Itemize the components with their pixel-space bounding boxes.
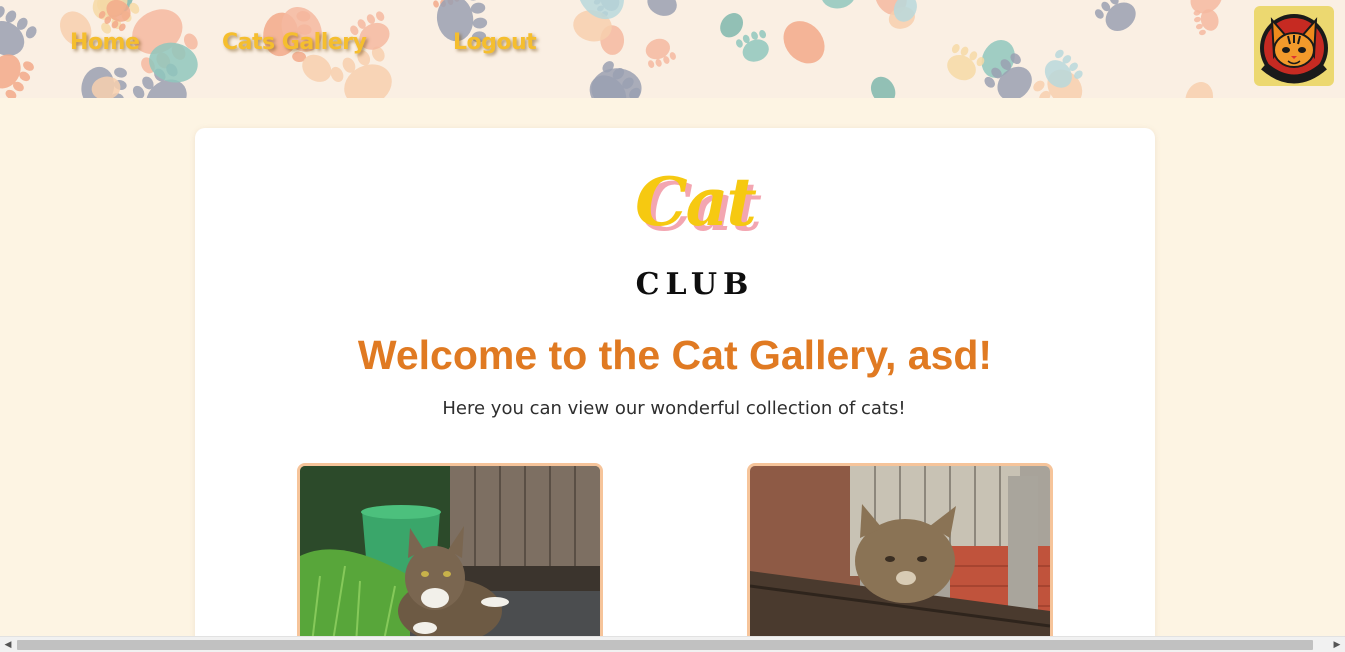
site-header: Home Cats Gallery Logout (0, 0, 1345, 98)
logo-word-cat: Cat (635, 163, 757, 241)
paw-print-icon (645, 38, 676, 68)
paw-print-icon (947, 44, 985, 81)
paw-print-icon (736, 29, 769, 62)
nav-home-link[interactable]: Home (70, 30, 140, 55)
cat-photo-2-image (750, 466, 1050, 652)
paw-print-icon (870, 76, 896, 98)
horizontal-scrollbar-thumb[interactable] (17, 640, 1313, 650)
paw-print-icon (821, 0, 856, 9)
orange-cat-badge[interactable] (1254, 6, 1334, 86)
logo-word-club: CLUB (635, 267, 755, 302)
nav-logout-link[interactable]: Logout (453, 30, 537, 55)
paw-print-icon (720, 13, 744, 38)
horizontal-scrollbar[interactable]: ◀ ▶ (0, 636, 1345, 652)
cat-photo-1[interactable] (297, 463, 603, 652)
scroll-left-arrow-icon[interactable]: ◀ (0, 637, 16, 652)
gallery-card: Cat CLUB Welcome to the Cat Gallery, asd… (195, 128, 1155, 652)
paw-print-icon (1185, 81, 1214, 98)
orange-cat-logo-icon (1260, 14, 1328, 84)
paw-print-icon (783, 21, 825, 64)
scroll-right-arrow-icon[interactable]: ▶ (1329, 637, 1345, 652)
paw-print-icon (591, 68, 642, 98)
cat-photo-1-image (300, 466, 600, 652)
page-subtitle: Here you can view our wonderful collecti… (442, 398, 906, 419)
cat-photo-2[interactable] (747, 463, 1053, 652)
nav-cats-gallery-link[interactable]: Cats Gallery (222, 30, 367, 55)
cat-club-logo: Cat CLUB (595, 166, 795, 306)
paw-print-icon (1094, 0, 1136, 31)
paw-print-icon (647, 0, 677, 16)
paw-pattern-background (0, 0, 1309, 98)
page-title: Welcome to the Cat Gallery, asd! (357, 332, 993, 378)
